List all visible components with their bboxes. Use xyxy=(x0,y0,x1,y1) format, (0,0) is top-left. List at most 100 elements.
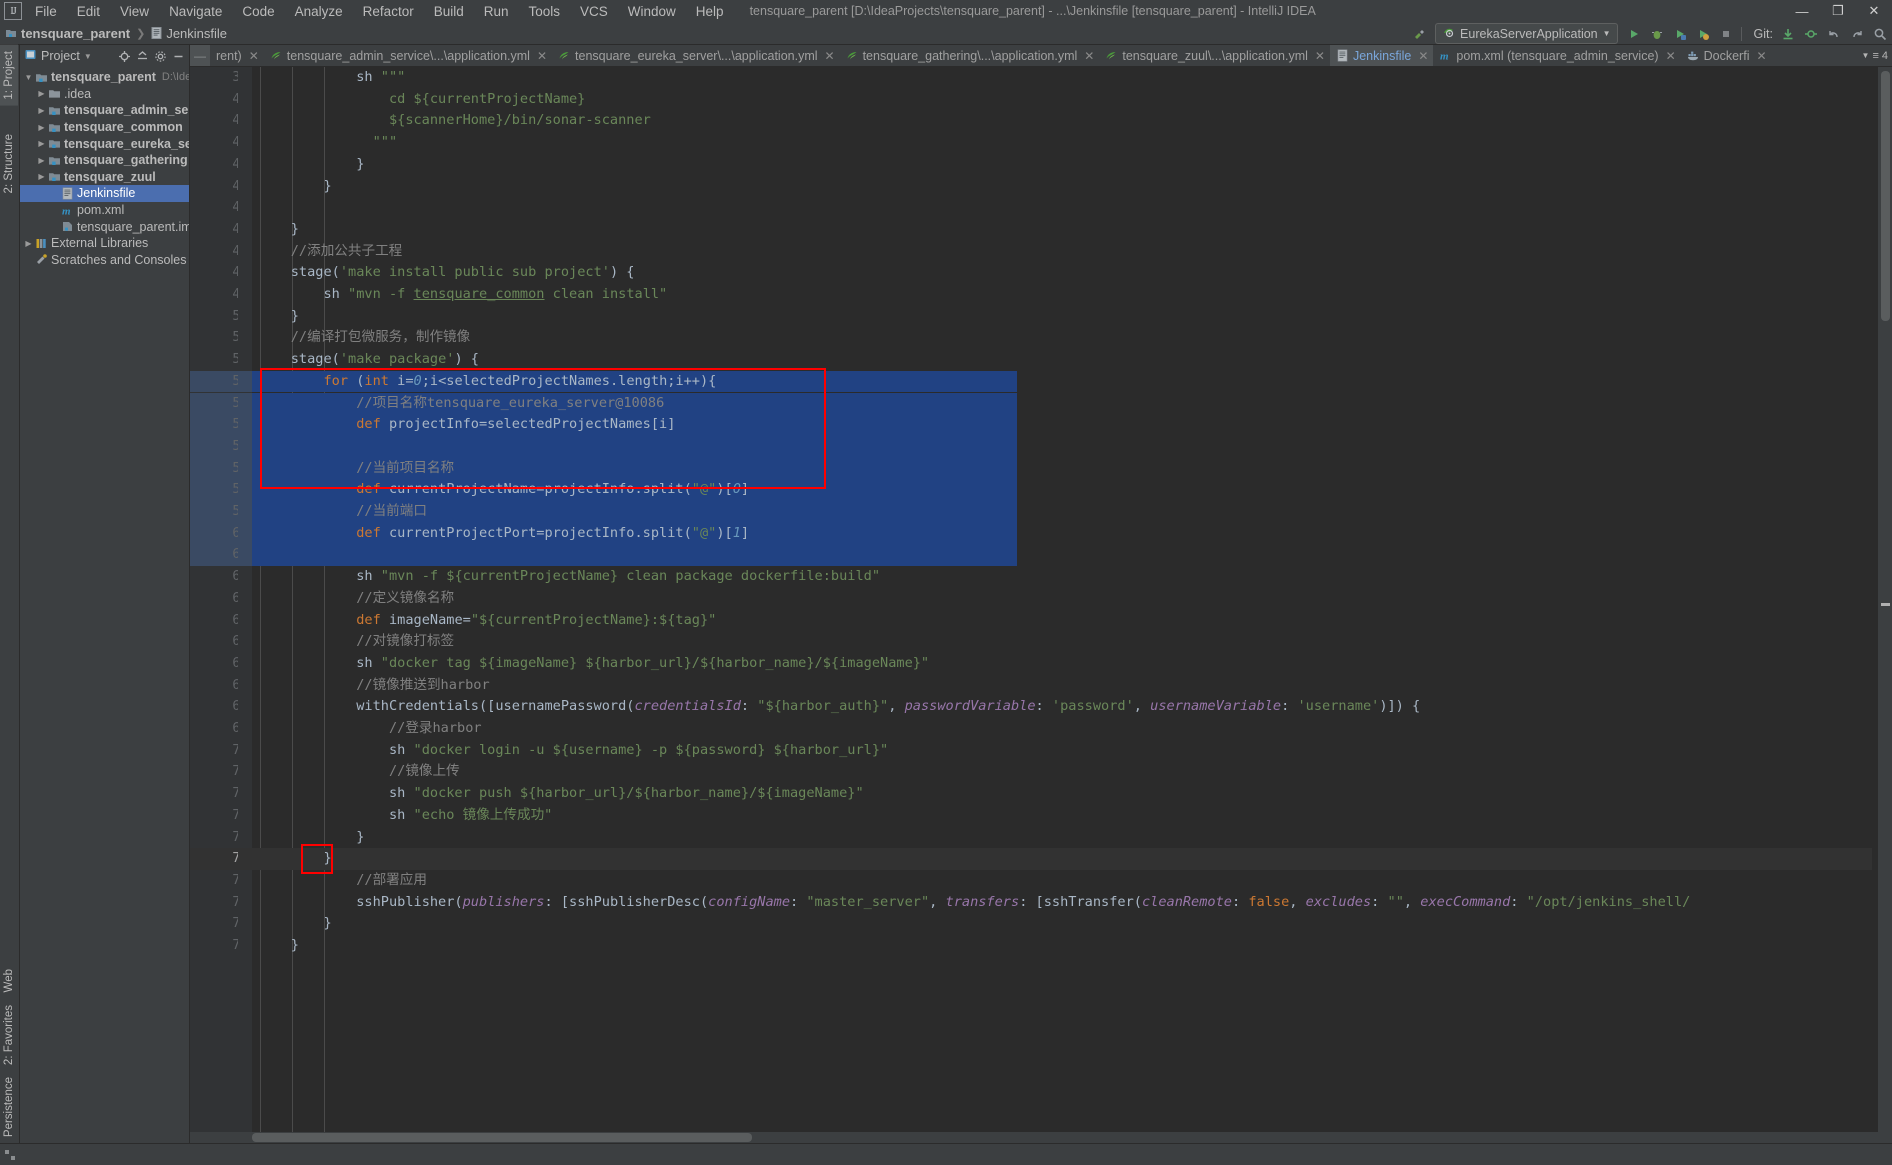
tree-item[interactable]: Scratches and Consoles xyxy=(20,252,189,269)
menu-item-build[interactable]: Build xyxy=(424,2,474,21)
menu-item-file[interactable]: File xyxy=(25,2,67,21)
code-line[interactable]: sh "docker tag ${imageName} ${harbor_url… xyxy=(252,653,929,675)
editor-tab-overflow[interactable]: ▼ ≡ 4 xyxy=(1862,45,1892,66)
editor-scrollbar-horizontal[interactable] xyxy=(190,1132,1892,1143)
tree-item[interactable]: ▼ tensquare_parent D:\IdeaPro xyxy=(20,69,189,86)
code-line[interactable]: sshPublisher(publishers: [sshPublisherDe… xyxy=(252,892,1690,914)
chevron-down-icon[interactable]: ▼ xyxy=(1862,51,1870,60)
menu-item-edit[interactable]: Edit xyxy=(67,2,110,21)
code-line[interactable]: withCredentials([usernamePassword(creden… xyxy=(252,696,1420,718)
fold-line[interactable] xyxy=(238,675,252,697)
fold-line[interactable] xyxy=(238,696,252,718)
fold-line[interactable] xyxy=(238,349,252,371)
menu-item-code[interactable]: Code xyxy=(232,2,284,21)
fold-line[interactable] xyxy=(238,870,252,892)
tool-window-persistence[interactable]: Persistence xyxy=(0,1071,18,1143)
code-line[interactable]: sh """ xyxy=(252,67,405,89)
fold-line[interactable] xyxy=(238,154,252,176)
tab-list-icon[interactable]: ≡ xyxy=(1872,50,1878,62)
chevron-right-icon[interactable]: ▶ xyxy=(36,139,47,148)
code-line[interactable]: //当前端口 xyxy=(252,501,1017,523)
tree-item[interactable]: ▶ tensquare_gathering xyxy=(20,152,189,169)
code-line[interactable]: def currentProjectPort=projectInfo.split… xyxy=(252,522,1017,545)
code-line[interactable]: } xyxy=(252,913,331,935)
code-line[interactable] xyxy=(252,435,1017,458)
editor-tab[interactable]: rent) ✕ xyxy=(210,45,264,66)
chevron-down-icon[interactable]: ▼ xyxy=(23,73,34,82)
menu-item-refactor[interactable]: Refactor xyxy=(353,2,424,21)
tree-item[interactable]: ▶ tensquare_eureka_server xyxy=(20,135,189,152)
fold-line[interactable] xyxy=(238,588,252,610)
tree-item[interactable]: ▶ tensquare_common xyxy=(20,119,189,136)
fold-line[interactable] xyxy=(238,501,252,523)
hide-icon[interactable] xyxy=(170,48,187,65)
tab-scroll-left-button[interactable]: — xyxy=(190,45,210,66)
locate-icon[interactable] xyxy=(116,48,133,65)
menu-item-navigate[interactable]: Navigate xyxy=(159,2,232,21)
fold-line[interactable] xyxy=(238,718,252,740)
close-icon[interactable]: ✕ xyxy=(1315,49,1325,63)
code-line[interactable]: //部署应用 xyxy=(252,870,427,892)
tree-item[interactable]: ▶ tensquare_admin_service xyxy=(20,102,189,119)
commit-icon[interactable] xyxy=(1800,23,1821,44)
code-line[interactable]: //项目名称tensquare_eureka_server@10086 xyxy=(252,392,1017,415)
minimize-button[interactable]: — xyxy=(1784,0,1820,22)
code-line[interactable]: //添加公共子工程 xyxy=(252,241,403,263)
code-line[interactable]: //镜像推送到harbor xyxy=(252,675,489,697)
code-line[interactable]: def imageName="${currentProjectName}:${t… xyxy=(252,610,716,632)
code-line[interactable]: } xyxy=(252,154,364,176)
fold-line[interactable] xyxy=(238,783,252,805)
menu-item-vcs[interactable]: VCS xyxy=(570,2,618,21)
breadcrumb-tensquare-parent[interactable]: tensquare_parent xyxy=(5,26,130,41)
update-project-icon[interactable] xyxy=(1777,23,1798,44)
stop-icon[interactable] xyxy=(1716,23,1737,44)
tool-window-favorites[interactable]: 2: Favorites xyxy=(0,999,18,1071)
tool-window-project[interactable]: 1: Project xyxy=(0,45,18,106)
fold-line[interactable] xyxy=(238,241,252,263)
code-line[interactable]: for (int i=0;i<selectedProjectNames.leng… xyxy=(252,370,1017,393)
code-line[interactable]: } xyxy=(252,219,299,241)
settings-gear-icon[interactable] xyxy=(152,48,169,65)
close-icon[interactable]: ✕ xyxy=(1418,49,1428,63)
run-icon[interactable] xyxy=(1624,23,1645,44)
fold-line[interactable] xyxy=(238,913,252,935)
code-line[interactable]: } xyxy=(252,848,1872,870)
fold-line[interactable] xyxy=(238,67,252,89)
chevron-down-icon[interactable]: ▼ xyxy=(84,52,92,61)
close-icon[interactable]: ✕ xyxy=(1666,49,1676,63)
editor-tab[interactable]: tensquare_gathering\...\application.yml ✕ xyxy=(840,45,1100,66)
code-line[interactable]: } xyxy=(252,935,299,957)
editor-tab-bar[interactable]: — rent) ✕ tensquare_admin_service\...\appli… xyxy=(190,45,1892,67)
profile-icon[interactable] xyxy=(1693,23,1714,44)
fold-line[interactable] xyxy=(238,631,252,653)
fold-line[interactable] xyxy=(238,457,252,480)
fold-line[interactable] xyxy=(238,761,252,783)
fold-line[interactable] xyxy=(238,197,252,219)
code-line[interactable]: sh "echo 镜像上传成功" xyxy=(252,805,552,827)
chevron-right-icon[interactable]: ▶ xyxy=(36,156,47,165)
chevron-right-icon[interactable]: ▶ xyxy=(36,123,47,132)
fold-line[interactable] xyxy=(238,848,252,870)
editor-tab[interactable]: m pom.xml (tensquare_admin_service) ✕ xyxy=(1433,45,1680,66)
fold-line[interactable] xyxy=(238,219,252,241)
menu-item-view[interactable]: View xyxy=(110,2,159,21)
fold-line[interactable] xyxy=(238,740,252,762)
fold-line[interactable] xyxy=(238,89,252,111)
editor-tab[interactable]: Dockerfi ✕ xyxy=(1681,45,1772,66)
tree-item[interactable]: ▶ tensquare_zuul xyxy=(20,169,189,186)
close-button[interactable]: ✕ xyxy=(1856,0,1892,22)
close-icon[interactable]: ✕ xyxy=(1084,49,1094,63)
vertical-scrollbar-thumb[interactable] xyxy=(1881,71,1890,321)
fold-line[interactable] xyxy=(238,370,252,393)
code-line[interactable]: sh "mvn -f tensquare_common clean instal… xyxy=(252,284,667,306)
fold-line[interactable] xyxy=(238,827,252,849)
fold-line[interactable] xyxy=(238,110,252,132)
fold-line[interactable] xyxy=(238,262,252,284)
editor-tab[interactable]: tensquare_admin_service\...\application.… xyxy=(264,45,552,66)
code-line[interactable]: cd ${currentProjectName} xyxy=(252,89,585,111)
close-icon[interactable]: ✕ xyxy=(825,49,835,63)
code-line[interactable]: //镜像上传 xyxy=(252,761,460,783)
fold-line[interactable] xyxy=(238,284,252,306)
code-line[interactable]: //对镜像打标签 xyxy=(252,631,454,653)
code-line[interactable]: sh "docker push ${harbor_url}/${harbor_n… xyxy=(252,783,864,805)
